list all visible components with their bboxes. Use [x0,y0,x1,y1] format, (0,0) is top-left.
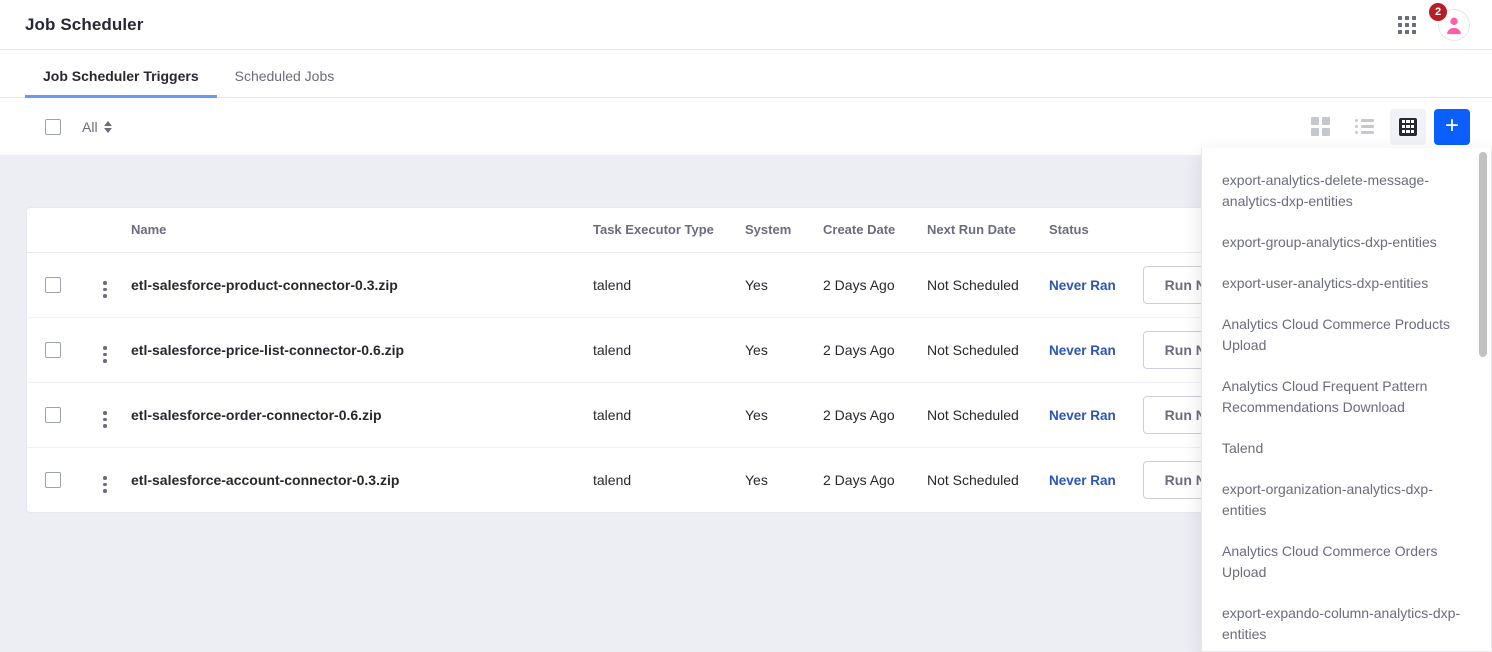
dropdown-item[interactable]: export-user-analytics-dxp-entities [1202,263,1491,304]
kebab-menu-icon[interactable] [103,476,107,493]
notification-badge: 2 [1429,3,1447,21]
chevron-updown-icon [103,120,112,133]
row-checkbox[interactable] [45,341,61,358]
selection-filter-label: All [82,118,98,135]
row-next-run-date: Not Scheduled [927,317,1049,383]
row-status-cell: Never Ran [1049,252,1143,318]
row-checkbox[interactable] [45,276,61,293]
status-badge: Never Ran [1049,472,1116,488]
row-name[interactable]: etl-salesforce-account-connector-0.3.zip [131,447,593,512]
row-menu-cell [79,252,131,318]
header-actions-col [79,208,131,253]
row-create-date: 2 Days Ago [823,471,895,488]
header-create-date[interactable]: Create Date [823,208,927,253]
row-next-run-date: Not Scheduled [927,382,1049,448]
table-view-icon[interactable] [1390,108,1426,145]
grid-apps-icon[interactable] [1396,14,1418,36]
row-checkbox[interactable] [45,406,61,423]
dropdown-item[interactable]: Analytics Cloud Frequent Pattern Recomme… [1202,366,1491,428]
row-system: Yes [745,382,823,448]
row-name[interactable]: etl-salesforce-price-list-connector-0.6.… [131,317,593,383]
management-toolbar: All + [0,98,1492,155]
status-badge: Never Ran [1049,277,1116,293]
row-name[interactable]: etl-salesforce-order-connector-0.6.zip [131,382,593,448]
row-system: Yes [745,317,823,383]
job-scheduler-page: Job Scheduler 2 Job Scheduler Triggers S… [0,0,1492,652]
dropdown-item[interactable]: Talend [1202,428,1491,469]
status-badge: Never Ran [1049,342,1116,358]
page-title: Job Scheduler [25,14,144,34]
header-status[interactable]: Status [1049,208,1143,253]
dropdown-item[interactable]: Analytics Cloud Commerce Orders Upload [1202,531,1491,593]
dropdown-scrollbar[interactable] [1479,152,1487,648]
row-status-cell: Never Ran [1049,382,1143,448]
header-next-run-date[interactable]: Next Run Date [927,208,1049,253]
header-name[interactable]: Name [131,208,593,253]
kebab-menu-icon[interactable] [103,346,107,363]
dropdown-scrollbar-thumb[interactable] [1479,152,1487,357]
select-all-checkbox[interactable] [45,118,61,135]
header-system[interactable]: System [745,208,823,253]
dropdown-item[interactable]: Analytics Cloud Commerce Products Upload [1202,304,1491,366]
selection-filter-dropdown[interactable]: All [82,119,112,135]
row-checkbox-cell [27,317,79,383]
row-checkbox-cell [27,252,79,318]
row-menu-cell [79,317,131,383]
status-badge: Never Ran [1049,407,1116,423]
row-checkbox[interactable] [45,471,61,488]
tab-bar: Job Scheduler Triggers Scheduled Jobs [0,50,1492,98]
add-trigger-button[interactable]: + [1434,108,1470,145]
row-checkbox-cell [27,447,79,512]
row-system: Yes [745,252,823,318]
row-status-cell: Never Ran [1049,447,1143,512]
toolbar-right-group: + [1302,98,1470,155]
app-header: Job Scheduler 2 [0,0,1492,50]
tab-scheduled-jobs[interactable]: Scheduled Jobs [217,69,353,97]
add-trigger-dropdown: export-analytics-delete-message-analytic… [1201,148,1492,652]
row-executor: talend [593,252,745,318]
row-executor: talend [593,317,745,383]
row-system: Yes [745,471,768,488]
cards-view-icon[interactable] [1302,109,1338,145]
row-create-date: 2 Days Ago [823,382,927,448]
dropdown-list: export-analytics-delete-message-analytic… [1202,148,1491,651]
header-actions: 2 [1396,0,1470,50]
row-next-run-date: Not Scheduled [927,471,1019,488]
avatar[interactable]: 2 [1429,3,1470,41]
row-create-date: 2 Days Ago [823,252,927,318]
header-checkbox-col [27,208,79,253]
row-menu-cell [79,382,131,448]
dropdown-item[interactable]: export-organization-analytics-dxp-entiti… [1202,469,1491,531]
dropdown-item[interactable]: export-group-analytics-dxp-entities [1202,222,1491,263]
tab-job-scheduler-triggers[interactable]: Job Scheduler Triggers [25,69,217,98]
row-executor: talend [593,471,632,488]
dropdown-item[interactable]: export-analytics-delete-message-analytic… [1202,160,1491,222]
row-name[interactable]: etl-salesforce-product-connector-0.3.zip [131,252,593,318]
kebab-menu-icon[interactable] [103,411,107,428]
row-executor: talend [593,382,745,448]
dropdown-item[interactable]: export-expando-column-analytics-dxp-enti… [1202,593,1491,651]
toolbar-left-group: All [45,118,112,135]
row-menu-cell [79,447,131,512]
row-checkbox-cell [27,382,79,448]
header-task-executor-type[interactable]: Task Executor Type [593,208,745,253]
row-create-date: 2 Days Ago [823,317,927,383]
list-view-icon[interactable] [1346,109,1382,145]
row-next-run-date: Not Scheduled [927,252,1049,318]
row-status-cell: Never Ran [1049,317,1143,383]
kebab-menu-icon[interactable] [103,281,107,298]
